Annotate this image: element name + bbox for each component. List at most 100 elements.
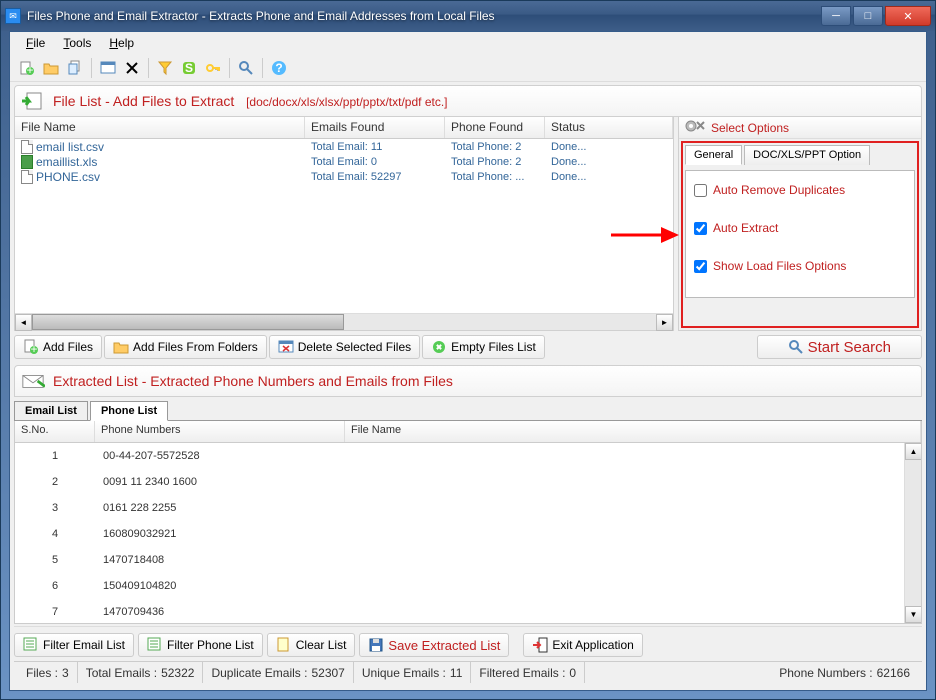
col-emails[interactable]: Emails Found	[305, 117, 445, 138]
file-row[interactable]: emaillist.xls Total Email: 0 Total Phone…	[15, 154, 673, 169]
col-sno[interactable]: S.No.	[15, 421, 95, 442]
scroll-down-icon[interactable]: ▼	[905, 606, 921, 623]
status-total-emails: Total Emails :52322	[78, 662, 204, 683]
svg-text:+: +	[30, 342, 37, 355]
extracted-header: Extracted List - Extracted Phone Numbers…	[14, 365, 922, 397]
col-filename[interactable]: File Name	[15, 117, 305, 138]
scroll-left-icon[interactable]: ◄	[15, 314, 32, 331]
file-row[interactable]: email list.csv Total Email: 11 Total Pho…	[15, 139, 673, 154]
menubar: File Tools Help	[10, 32, 926, 54]
separator	[148, 58, 149, 78]
tab-phone-list[interactable]: Phone List	[90, 401, 168, 421]
result-body[interactable]: 100-44-207-5572528 20091 11 2340 1600 30…	[15, 443, 921, 623]
window-title: Files Phone and Email Extractor - Extrac…	[27, 9, 821, 23]
toolbar-window-icon[interactable]	[97, 57, 119, 79]
menu-help[interactable]: Help	[101, 34, 142, 52]
horizontal-scrollbar[interactable]: ◄ ►	[15, 313, 673, 330]
vertical-scrollbar[interactable]: ▲ ▼	[904, 443, 921, 623]
toolbar-key-icon[interactable]	[202, 57, 224, 79]
filter-icon	[23, 637, 39, 653]
status-unique-emails: Unique Emails :11	[354, 662, 472, 683]
label-remove-duplicates: Auto Remove Duplicates	[713, 183, 845, 197]
content: File List - Add Files to Extract [doc/do…	[10, 82, 926, 690]
col-file-name[interactable]: File Name	[345, 421, 921, 442]
window-buttons: ─ □ ✕	[821, 6, 931, 26]
result-row[interactable]: 6150409104820	[15, 573, 921, 599]
result-grid-header: S.No. Phone Numbers File Name	[15, 421, 921, 443]
filter-icon	[147, 637, 163, 653]
document-icon	[21, 170, 33, 184]
empty-list-button[interactable]: Empty Files List	[422, 335, 545, 359]
option-remove-duplicates: Auto Remove Duplicates	[694, 183, 906, 197]
result-row[interactable]: 30161 228 2255	[15, 495, 921, 521]
minimize-button[interactable]: ─	[821, 6, 851, 26]
save-icon	[368, 637, 384, 653]
toolbar-delete-icon[interactable]	[121, 57, 143, 79]
clear-list-button[interactable]: Clear List	[267, 633, 356, 657]
exit-icon	[532, 637, 548, 653]
option-auto-extract: Auto Extract	[694, 221, 906, 235]
gear-icon	[685, 118, 705, 137]
svg-text:S: S	[185, 61, 193, 75]
option-show-load: Show Load Files Options	[694, 259, 906, 273]
toolbar-skype-icon[interactable]: S	[178, 57, 200, 79]
result-row[interactable]: 20091 11 2340 1600	[15, 469, 921, 495]
menu-file[interactable]: File	[18, 34, 53, 52]
clear-icon	[276, 637, 292, 653]
start-search-button[interactable]: Start Search	[757, 335, 922, 359]
filter-phone-button[interactable]: Filter Phone List	[138, 633, 263, 657]
toolbar: + S ?	[10, 54, 926, 82]
xls-icon	[21, 155, 33, 169]
label-show-load: Show Load Files Options	[713, 259, 846, 273]
checkbox-auto-extract[interactable]	[694, 222, 707, 235]
exit-button[interactable]: Exit Application	[523, 633, 642, 657]
filter-email-button[interactable]: Filter Email List	[14, 633, 134, 657]
add-folders-button[interactable]: Add Files From Folders	[104, 335, 267, 359]
tab-general[interactable]: General	[685, 145, 742, 165]
maximize-button[interactable]: □	[853, 6, 883, 26]
toolbar-filter-icon[interactable]	[154, 57, 176, 79]
arrow-icon	[611, 225, 681, 245]
label-auto-extract: Auto Extract	[713, 221, 778, 235]
options-title: Select Options	[679, 117, 921, 139]
file-list-subtitle: [doc/docx/xls/xlsx/ppt/pptx/txt/pdf etc.…	[238, 93, 447, 109]
extracted-title: Extracted List - Extracted Phone Numbers…	[53, 373, 453, 389]
result-row[interactable]: 51470718408	[15, 547, 921, 573]
scroll-thumb[interactable]	[32, 314, 344, 330]
toolbar-help-icon[interactable]: ?	[268, 57, 290, 79]
svg-text:+: +	[26, 63, 33, 76]
scroll-up-icon[interactable]: ▲	[905, 443, 921, 460]
separator	[262, 58, 263, 78]
result-tabs: Email List Phone List	[14, 401, 922, 421]
checkbox-remove-duplicates[interactable]	[694, 184, 707, 197]
toolbar-add-file-icon[interactable]: +	[16, 57, 38, 79]
separator	[229, 58, 230, 78]
menu-tools[interactable]: Tools	[55, 34, 99, 52]
toolbar-add-folder-icon[interactable]	[40, 57, 62, 79]
tab-doc-xls-ppt[interactable]: DOC/XLS/PPT Option	[744, 145, 870, 165]
add-files-button[interactable]: + Add Files	[14, 335, 102, 359]
app-icon: ✉	[5, 8, 21, 24]
app-window: ✉ Files Phone and Email Extractor - Extr…	[0, 0, 936, 700]
delete-icon	[278, 339, 294, 355]
scroll-right-icon[interactable]: ►	[656, 314, 673, 331]
col-phone-numbers[interactable]: Phone Numbers	[95, 421, 345, 442]
close-button[interactable]: ✕	[885, 6, 931, 26]
file-grid-header: File Name Emails Found Phone Found Statu…	[15, 117, 673, 139]
file-row[interactable]: PHONE.csv Total Email: 52297 Total Phone…	[15, 169, 673, 184]
delete-selected-button[interactable]: Delete Selected Files	[269, 335, 420, 359]
result-row[interactable]: 71470709436	[15, 599, 921, 623]
save-extracted-button[interactable]: Save Extracted List	[359, 633, 509, 657]
toolbar-copy-icon[interactable]	[64, 57, 86, 79]
checkbox-show-load[interactable]	[694, 260, 707, 273]
empty-icon	[431, 339, 447, 355]
result-row[interactable]: 100-44-207-5572528	[15, 443, 921, 469]
tab-email-list[interactable]: Email List	[14, 401, 88, 420]
col-phone[interactable]: Phone Found	[445, 117, 545, 138]
col-status[interactable]: Status	[545, 117, 673, 138]
file-grid-body[interactable]: email list.csv Total Email: 11 Total Pho…	[15, 139, 673, 313]
file-list-grid: File Name Emails Found Phone Found Statu…	[14, 117, 674, 331]
toolbar-search-icon[interactable]	[235, 57, 257, 79]
options-tabs: General DOC/XLS/PPT Option	[685, 145, 915, 165]
result-row[interactable]: 4160809032921	[15, 521, 921, 547]
